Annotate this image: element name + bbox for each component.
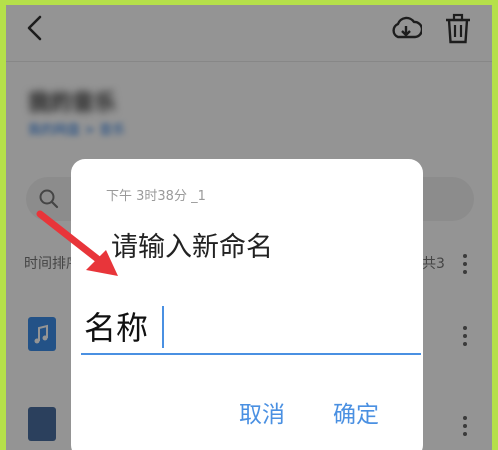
dialog-timestamp: 下午 3时38分 _1: [106, 189, 206, 204]
rename-dialog: 下午 3时38分 _1 请输入新命名 取消 确定: [71, 159, 423, 450]
screen: 我的音乐 我的网盘 > 音乐 时间排序 共3 下午 3时38分 _1 请输入新命…: [6, 5, 492, 450]
text-caret: [162, 306, 164, 348]
confirm-button[interactable]: 确定: [333, 395, 379, 429]
rename-input[interactable]: [81, 299, 421, 355]
cancel-button[interactable]: 取消: [239, 395, 285, 429]
red-arrow-icon: [36, 210, 118, 276]
